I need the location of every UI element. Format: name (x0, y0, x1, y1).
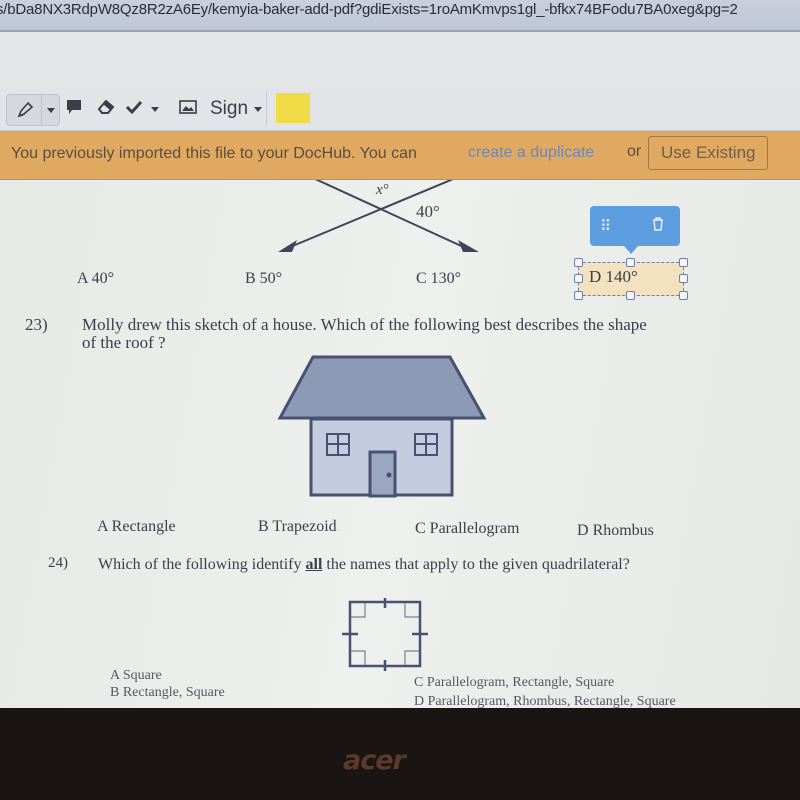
banner-message: You previously imported this file to you… (11, 145, 417, 162)
resize-handle-t[interactable] (626, 258, 635, 267)
chevron-down-icon[interactable] (47, 108, 55, 113)
resize-handle-tr[interactable] (679, 258, 688, 267)
q24-number: 24) (48, 555, 68, 571)
arrowhead-right (458, 240, 479, 252)
q23-option-d: D Rhombus (577, 522, 654, 539)
banner-or-text: or (627, 143, 642, 160)
q23-text-line1: Molly drew this sketch of a house. Which… (82, 315, 647, 334)
create-duplicate-link[interactable]: create a duplicate (468, 144, 594, 162)
color-swatch[interactable] (276, 93, 310, 123)
toolbar-divider (266, 92, 267, 126)
house-roof (277, 355, 487, 420)
q24-option-a: A Square (110, 668, 162, 683)
image-icon (179, 99, 197, 120)
q24-text: Which of the following identify all the … (98, 556, 630, 573)
resize-handle-l[interactable] (574, 274, 583, 283)
url-text[interactable]: s/bDa8NX3RdpW8Qz8R2zA6Ey/kemyia-baker-ad… (0, 0, 738, 22)
comment-tool-button[interactable] (62, 94, 86, 124)
eraser-tool-button[interactable] (94, 94, 118, 124)
address-bar[interactable]: s/bDa8NX3RdpW8Qz8R2zA6Ey/kemyia-baker-ad… (0, 0, 800, 32)
use-existing-button[interactable]: Use Existing (648, 136, 769, 170)
resize-handle-b[interactable] (626, 291, 635, 300)
highlighter-tool-button[interactable] (6, 94, 60, 126)
arrowhead-left (278, 240, 297, 252)
sign-label: Sign (210, 98, 249, 119)
eraser-icon (96, 98, 116, 121)
trash-icon[interactable] (652, 217, 664, 235)
q24-option-d: D Parallelogram, Rhombus, Rectangle, Squ… (414, 694, 676, 708)
q23-text-line2: of the roof ? (82, 333, 166, 352)
checkmark-tool-button[interactable] (122, 94, 162, 124)
screen: s/bDa8NX3RdpW8Qz8R2zA6Ey/kemyia-baker-ad… (0, 0, 800, 708)
comment-icon (65, 98, 83, 121)
q22-option-b: B 50° (245, 270, 283, 287)
selected-text-annotation[interactable]: D 140° (574, 258, 688, 300)
q22-option-c: C 130° (416, 270, 462, 287)
drag-handle-icon[interactable]: ⠿ (600, 217, 611, 235)
annotation-popover: ⠿ (590, 206, 680, 254)
import-notice-banner: You previously imported this file to you… (0, 131, 800, 181)
q23-number: 23) (25, 315, 48, 334)
image-tool-button[interactable] (176, 94, 200, 124)
window-left (326, 433, 350, 456)
chevron-down-icon (254, 106, 263, 112)
sign-dropdown[interactable]: Sign (210, 94, 263, 124)
checkmark-icon (125, 99, 143, 120)
q23-option-a: A Rectangle (97, 518, 176, 535)
highlighter-icon (15, 100, 35, 125)
chevron-down-icon[interactable] (151, 106, 159, 112)
intersecting-lines-figure (278, 180, 479, 252)
resize-handle-tl[interactable] (574, 258, 583, 267)
angle-label-40: 40° (416, 202, 440, 221)
annotation-text[interactable]: D 140° (589, 267, 638, 287)
q23-option-c: C Parallelogram (415, 520, 520, 537)
q24-option-b: B Rectangle, Square (110, 685, 225, 700)
square-figure (342, 598, 428, 671)
annotation-toolbar: Sign (0, 88, 800, 131)
resize-handle-r[interactable] (679, 274, 688, 283)
angle-label-x: x° (376, 182, 389, 198)
q22-option-a: A 40° (77, 270, 115, 287)
acer-logo: acer (343, 745, 406, 776)
q24-option-c: C Parallelogram, Rectangle, Square (414, 675, 615, 690)
window-right (414, 433, 438, 456)
resize-handle-br[interactable] (679, 291, 688, 300)
resize-handle-bl[interactable] (574, 291, 583, 300)
door-knob (386, 472, 392, 478)
house-figure (277, 355, 487, 498)
browser-chrome-band (0, 32, 800, 89)
q24-emphasis: all (305, 556, 323, 573)
q23-option-b: B Trapezoid (258, 518, 337, 535)
